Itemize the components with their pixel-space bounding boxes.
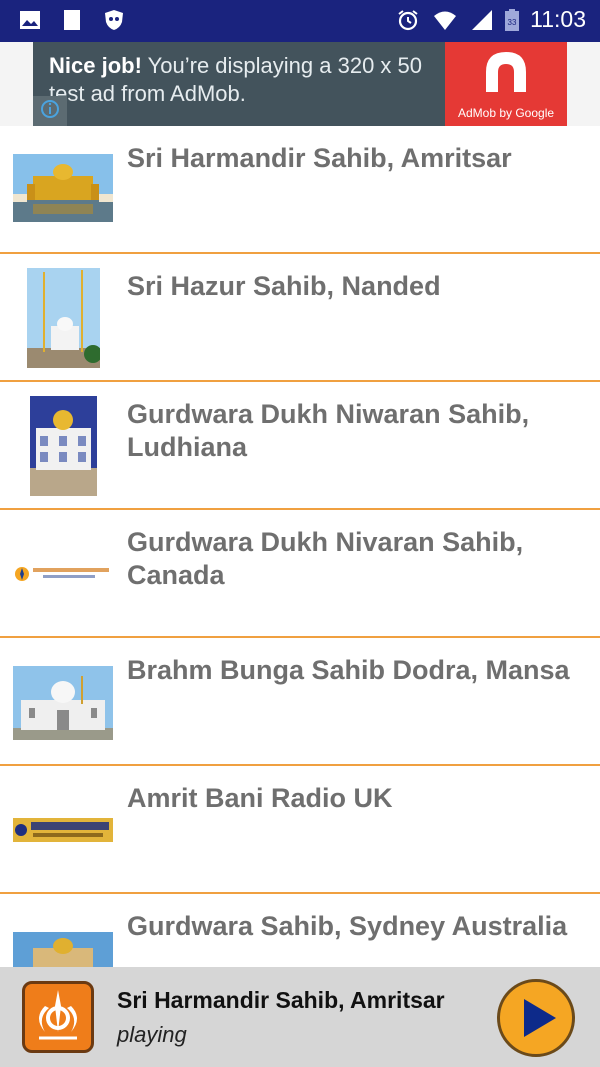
list-item[interactable]: Gurdwara Dukh Nivaran Sahib, Canada [0,510,600,638]
station-title: Amrit Bani Radio UK [127,783,393,813]
now-playing-bar[interactable]: Sri Harmandir Sahib, Amritsar playing [0,967,600,1067]
alarm-icon [398,9,418,30]
station-list: Sri Harmandir Sahib, Amritsar Sri Hazur … [0,126,600,1022]
shield-app-icon [105,10,123,30]
station-title: Gurdwara Dukh Nivaran Sahib, Canada [127,527,524,590]
station-title: Sri Hazur Sahib, Nanded [127,271,441,301]
signal-icon [472,9,493,30]
list-item[interactable]: Gurdwara Dukh Niwaran Sahib, Ludhiana [0,382,600,510]
list-item[interactable]: Sri Hazur Sahib, Nanded [0,254,600,382]
admob-logo: AdMob by Google [445,42,567,126]
list-item[interactable]: Sri Harmandir Sahib, Amritsar [0,126,600,254]
thumbnail-golden-temple [13,154,113,222]
ad-info-icon[interactable] [33,96,67,126]
khanda-logo-icon [22,981,94,1053]
now-playing-title: Sri Harmandir Sahib, Amritsar [117,987,445,1013]
list-item[interactable]: Amrit Bani Radio UK [0,766,600,894]
station-title: Gurdwara Dukh Niwaran Sahib, Ludhiana [127,399,530,462]
clock: 11:03 [530,6,586,32]
station-title: Sri Harmandir Sahib, Amritsar [127,143,512,173]
station-title: Brahm Bunga Sahib Dodra, Mansa [127,655,570,685]
document-icon [64,10,80,30]
station-title: Gurdwara Sahib, Sydney Australia [127,911,568,941]
thumbnail-amrit-bani-radio [13,818,113,842]
svg-text:33: 33 [508,18,517,27]
battery-icon: 33 [505,8,520,31]
wifi-icon [434,11,457,30]
thumbnail-dukh-nivaran-canada [13,562,113,586]
ad-banner[interactable]: Nice job! You’re displaying a 320 x 50 t… [33,42,567,126]
list-item[interactable]: Brahm Bunga Sahib Dodra, Mansa [0,638,600,766]
thumbnail-hazur-sahib [27,268,100,368]
thumbnail-brahm-bunga [13,666,113,740]
gallery-icon [20,11,40,29]
status-bar: 33 11:03 [0,0,600,42]
ad-banner-container: Nice job! You’re displaying a 320 x 50 t… [0,42,600,126]
admob-icon [486,52,526,92]
now-playing-status: playing [117,1022,187,1047]
ad-text: Nice job! You’re displaying a 320 x 50 t… [49,53,423,106]
play-icon [524,999,556,1037]
thumbnail-dukh-niwaran-ludhiana [30,396,97,496]
play-button[interactable] [497,979,575,1057]
